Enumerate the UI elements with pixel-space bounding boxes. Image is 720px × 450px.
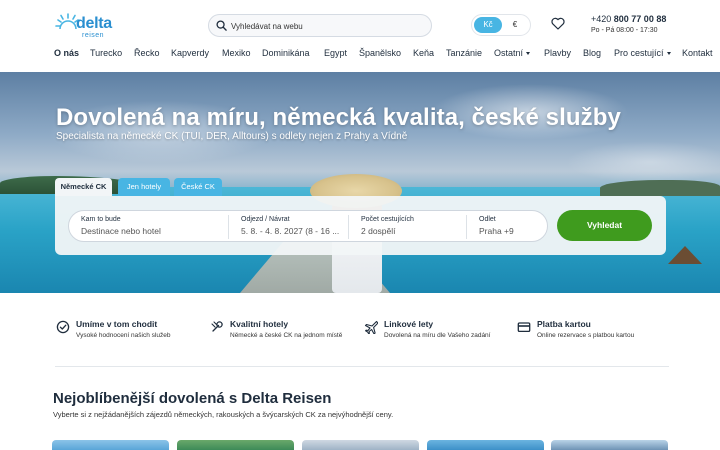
departure-value[interactable]: Praha +9 [479,226,514,236]
nav-item-blog[interactable]: Blog [583,48,601,58]
section-divider [55,366,669,367]
phone-digits: 800 77 00 88 [613,14,667,24]
hero-island [600,180,720,196]
hero-title: Dovolená na míru, německá kvalita, české… [56,104,621,131]
quality-seal-icon [211,321,223,332]
tab-ceske-ck[interactable]: České CK [174,178,222,196]
nav-item-dominikana[interactable]: Dominikána [262,48,310,58]
nav-item-kapverdy[interactable]: Kapverdy [171,48,209,58]
feature-title: Linkové lety [384,319,434,329]
holiday-search-form: Kam to bude Destinace nebo hotel Odjezd … [55,196,666,255]
chevron-down-icon [526,52,531,56]
nav-item-kena[interactable]: Keňa [413,48,434,58]
departure-field[interactable]: Odlet Praha +9 [466,215,548,239]
nav-item-ostatni[interactable]: Ostatní [494,48,531,58]
nav-item-plavby[interactable]: Plavby [544,48,571,58]
logo-name: delta [76,15,112,32]
tab-jen-hotely[interactable]: Jen hotely [118,178,170,196]
search-input[interactable] [231,18,427,34]
destination-card[interactable] [302,440,419,450]
feature-desc: Dovolená na míru dle Vašeho zadání [384,332,491,339]
travelers-value[interactable]: 2 dospělí [361,226,396,236]
nav-item-pro-cestujici[interactable]: Pro cestující [614,48,671,58]
feature-desc: Německé a české CK na jednom místě [230,332,343,339]
feature-desc: Vysoké hodnocení našich služeb [76,332,171,339]
popular-subtitle: Vyberte si z nejžádanějších zájezdů něme… [53,410,394,419]
departure-label: Odlet [479,216,496,223]
travelers-field[interactable]: Počet cestujících 2 dospělí [348,215,467,239]
airplane-icon [364,320,378,334]
tab-nemecke-ck[interactable]: Německé CK [55,178,112,196]
search-submit-button[interactable]: Vyhledat [557,210,652,241]
destination-card[interactable] [52,440,169,450]
feature-title: Platba kartou [537,319,591,329]
hero-subtitle: Specialista na německé CK (TUI, DER, All… [56,131,408,142]
feature-title: Umíme v tom chodit [76,319,158,329]
credit-card-icon [517,322,531,333]
nav-item-mexiko[interactable]: Mexiko [222,48,251,58]
office-hours: Po - Pá 08:00 - 17:30 [591,27,658,34]
travelers-label: Počet cestujících [361,216,414,223]
main-nav: O nás Turecko Řecko Kapverdy Mexiko Domi… [0,48,720,64]
destination-card[interactable] [427,440,544,450]
currency-czk[interactable]: Kč [474,17,502,33]
dates-label: Odjezd / Návrat [241,216,290,223]
currency-switch: Kč € [471,14,531,36]
check-circle-icon [56,320,70,334]
destination-card[interactable] [551,440,668,450]
popular-title: Nejoblíbenější dovolená s Delta Reisen [53,390,332,407]
site-header: delta reisen Kč € +420 800 77 00 88 Po -… [0,0,720,72]
phone-prefix: +420 [591,14,614,24]
search-fields: Kam to bude Destinace nebo hotel Odjezd … [68,210,548,242]
destination-card[interactable] [177,440,294,450]
dates-field[interactable]: Odjezd / Návrat 5. 8. - 4. 8. 2027 (8 - … [228,215,349,239]
dates-value[interactable]: 5. 8. - 4. 8. 2027 (8 - 16 ... [241,226,341,236]
currency-eur[interactable]: € [504,17,526,33]
heart-icon[interactable] [551,17,565,30]
nav-item-spanelsko[interactable]: Španělsko [359,48,401,58]
feature-desc: Online rezervace s platbou kartou [537,332,635,339]
feature-title: Kvalitní hotely [230,319,289,329]
search-icon[interactable] [216,20,227,31]
chevron-down-icon [666,52,671,56]
logo[interactable]: delta reisen [54,12,112,42]
nav-item-kontakt[interactable]: Kontakt [682,48,713,58]
nav-item-o-nas[interactable]: O nás [54,48,79,58]
destination-label: Kam to bude [81,216,121,223]
destination-field[interactable]: Kam to bude Destinace nebo hotel [69,215,229,239]
logo-tagline: reisen [82,32,105,39]
nav-item-egypt[interactable]: Egypt [324,48,347,58]
phone-number[interactable]: +420 800 77 00 88 [591,14,666,24]
nav-item-recko[interactable]: Řecko [134,48,160,58]
site-search [208,14,432,37]
nav-item-tanzanie[interactable]: Tanzánie [446,48,482,58]
nav-item-turecko[interactable]: Turecko [90,48,122,58]
destination-input[interactable]: Destinace nebo hotel [81,226,161,236]
